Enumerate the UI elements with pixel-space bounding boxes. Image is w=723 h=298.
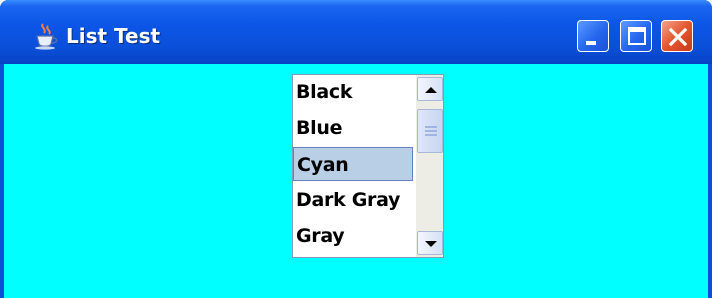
scroll-up-button[interactable] xyxy=(417,77,443,101)
grip-icon xyxy=(425,126,437,136)
list-item-black[interactable]: Black xyxy=(293,75,413,109)
list-item-gray[interactable]: Gray xyxy=(293,219,413,253)
color-list[interactable]: Black Blue Cyan Dark Gray Gray xyxy=(292,74,444,258)
arrow-up-icon xyxy=(425,87,437,93)
minimize-button[interactable] xyxy=(577,20,609,52)
maximize-icon xyxy=(628,27,646,45)
list-item-dark-gray[interactable]: Dark Gray xyxy=(293,183,413,217)
list-viewport: Black Blue Cyan Dark Gray Gray xyxy=(293,75,413,257)
scroll-down-button[interactable] xyxy=(417,231,443,255)
close-icon xyxy=(668,27,688,47)
title-bar[interactable]: List Test xyxy=(0,0,712,64)
list-item-cyan[interactable]: Cyan xyxy=(293,147,413,181)
content-panel: Black Blue Cyan Dark Gray Gray xyxy=(4,64,708,298)
java-cup-icon xyxy=(32,22,60,50)
arrow-down-icon xyxy=(425,241,437,247)
close-button[interactable] xyxy=(661,20,693,52)
window-title: List Test xyxy=(66,24,161,48)
list-item-blue[interactable]: Blue xyxy=(293,111,413,145)
app-window: List Test Black Blue Cyan Dark Gray Gray xyxy=(0,0,712,298)
minimize-icon xyxy=(586,41,596,45)
vertical-scrollbar[interactable] xyxy=(415,75,443,257)
scroll-thumb[interactable] xyxy=(417,109,443,153)
maximize-button[interactable] xyxy=(620,20,652,52)
